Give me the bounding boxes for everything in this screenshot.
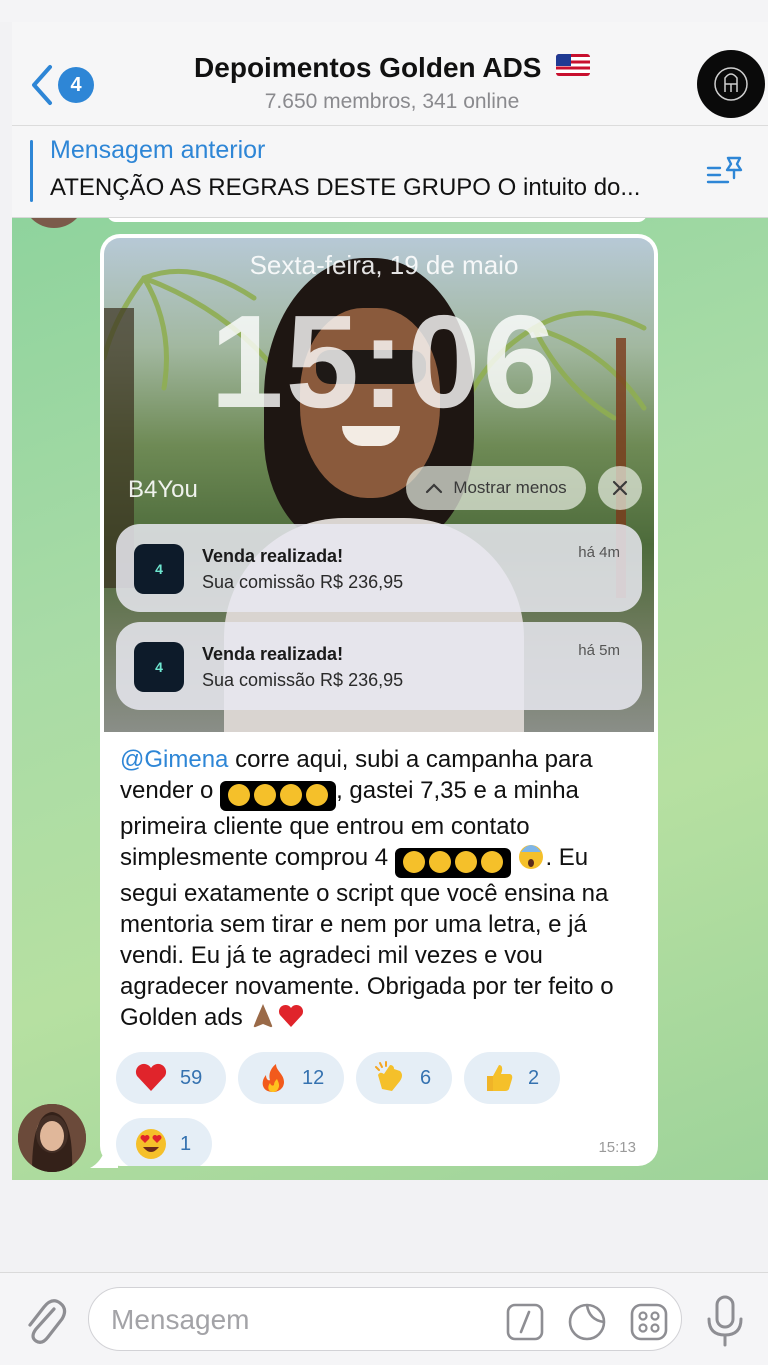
message-photo[interactable]: Sexta-feira, 19 de maio 15:06 B4You Most… (104, 238, 654, 732)
folded-hands-icon (253, 1004, 274, 1028)
shushing-face-icon (254, 784, 277, 806)
lockscreen-time: 15:06 (210, 288, 558, 435)
red-heart-icon (135, 1063, 167, 1091)
previous-sender-avatar[interactable] (24, 218, 84, 228)
group-avatar[interactable] (697, 50, 765, 118)
sticker-icon[interactable] (567, 1302, 607, 1342)
heart-eyes-icon (136, 1129, 166, 1159)
microphone-icon[interactable] (702, 1293, 748, 1349)
message-input-field[interactable] (88, 1287, 682, 1351)
show-less-button: Mostrar menos (406, 466, 586, 510)
shushing-face-icon (480, 851, 503, 873)
shushing-face-icon (306, 784, 329, 806)
shushing-face-icon (402, 851, 425, 873)
sender-avatar[interactable] (18, 1104, 86, 1172)
reaction-count: 59 (180, 1066, 203, 1089)
message-input[interactable] (111, 1298, 491, 1342)
shushing-face-icon (228, 784, 251, 806)
chat-header: 4 Depoimentos Golden ADS 7.650 membros, … (12, 22, 768, 126)
screaming-face-icon (519, 845, 544, 869)
notification-time: há 4m (578, 544, 620, 561)
red-heart-icon (279, 1004, 304, 1027)
notification-time: há 5m (578, 642, 620, 659)
thumbs-up-icon (487, 1065, 513, 1091)
chevron-up-icon (426, 483, 443, 494)
reaction-count: 12 (302, 1066, 325, 1089)
censored-emoji-block (394, 848, 511, 878)
message-bubble[interactable]: Sexta-feira, 19 de maio 15:06 B4You Most… (100, 234, 658, 1166)
reaction-heart[interactable]: 59 (116, 1052, 226, 1104)
reaction-count: 2 (528, 1066, 540, 1089)
command-slash-icon[interactable] (505, 1302, 545, 1342)
notification-card: 4 Venda realizada! Sua comissão R$ 236,9… (116, 622, 642, 710)
app-icon: 4 (134, 544, 184, 594)
message-text-part: . (545, 844, 553, 871)
back-button[interactable]: 4 (28, 60, 110, 110)
close-icon (612, 480, 628, 496)
pinned-title: Mensagem anterior (50, 136, 266, 164)
fire-icon (262, 1064, 284, 1092)
notification-title: Venda realizada! (202, 546, 344, 566)
message-text: @Gimena corre aqui, subi a campanha para… (120, 744, 648, 1033)
notification-card: 4 Venda realizada! Sua comissão R$ 236,9… (116, 524, 642, 612)
paperclip-icon[interactable] (20, 1295, 68, 1347)
pinned-indicator (30, 140, 33, 202)
shushing-face-icon (454, 851, 477, 873)
chat-area[interactable]: Sexta-feira, 19 de maio 15:06 B4You Most… (12, 218, 768, 1180)
notification-app-label: B4You (128, 476, 198, 503)
reaction-heart-eyes[interactable]: 1 (116, 1118, 212, 1166)
shushing-face-icon (428, 851, 451, 873)
notification-title: Venda realizada! (202, 644, 344, 664)
lockscreen-date: Sexta-feira, 19 de maio (249, 250, 519, 280)
pin-list-icon[interactable] (706, 154, 746, 190)
golden-logo-icon (714, 67, 748, 101)
message-input-bar (0, 1272, 768, 1365)
clapping-hands-icon (375, 1061, 402, 1091)
reaction-count: 6 (420, 1066, 432, 1089)
pinned-message-bar[interactable]: Mensagem anterior ATENÇÃO AS REGRAS DEST… (12, 126, 768, 218)
app-icon: 4 (134, 642, 184, 692)
shushing-face-icon (280, 784, 303, 806)
us-flag-icon (555, 54, 590, 76)
close-notifications-button (598, 466, 642, 510)
pinned-text: ATENÇÃO AS REGRAS DESTE GRUPO O intuito … (50, 174, 641, 201)
notification-body: Sua comissão R$ 236,95 (202, 572, 404, 592)
previous-message-bubble[interactable] (107, 218, 647, 222)
sender-avatar-image (18, 1104, 86, 1172)
chat-subtitle: 7.650 membros, 341 online (264, 90, 520, 113)
chevron-left-icon (32, 65, 52, 105)
reaction-thumbs-up[interactable]: 2 (464, 1052, 560, 1104)
reaction-count: 1 (180, 1132, 192, 1155)
message-text-part: Eu segui exatamente o script que você en… (120, 844, 614, 1031)
message-time: 15:13 (598, 1139, 636, 1156)
reaction-fire[interactable]: 12 (238, 1052, 344, 1104)
emoji-grid-icon[interactable] (629, 1302, 669, 1342)
notification-body: Sua comissão R$ 236,95 (202, 670, 404, 690)
user-mention[interactable]: @Gimena (120, 746, 228, 773)
chat-title-area[interactable]: Depoimentos Golden ADS 7.650 membros, 34… (142, 52, 642, 114)
status-bar (0, 0, 768, 22)
chat-title: Depoimentos Golden ADS (194, 52, 542, 83)
unread-badge: 4 (58, 67, 94, 103)
reaction-clap[interactable]: 6 (356, 1052, 452, 1104)
censored-emoji-block (220, 781, 337, 811)
show-less-label: Mostrar menos (453, 478, 567, 497)
